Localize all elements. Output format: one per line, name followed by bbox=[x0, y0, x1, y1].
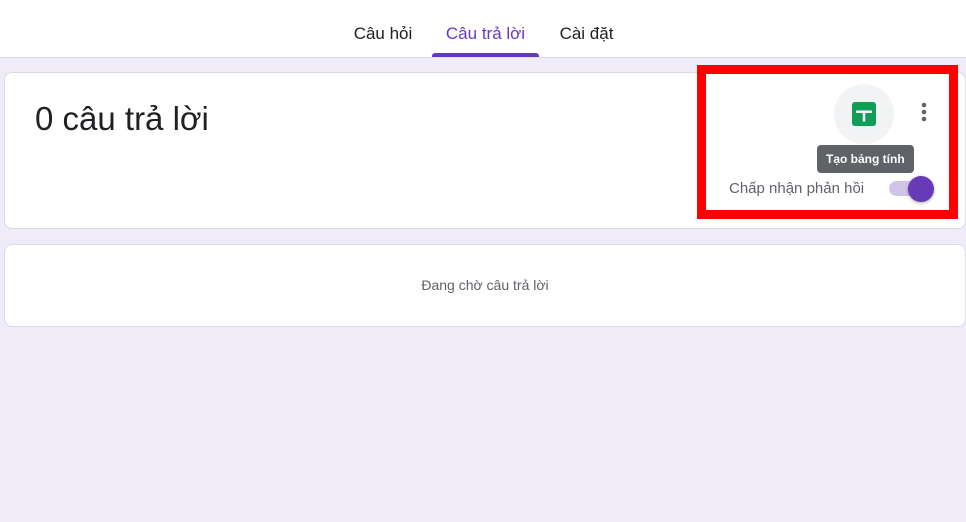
create-spreadsheet-button[interactable] bbox=[834, 84, 894, 144]
empty-responses-card: Đang chờ câu trả lời bbox=[4, 244, 966, 327]
waiting-for-responses-text: Đang chờ câu trả lời bbox=[421, 277, 549, 293]
toggle-thumb bbox=[908, 176, 934, 202]
accept-responses-toggle[interactable] bbox=[887, 175, 937, 203]
tab-responses[interactable]: Câu trả lời bbox=[432, 0, 539, 57]
google-sheets-icon bbox=[852, 102, 876, 126]
more-options-button[interactable] bbox=[906, 94, 942, 130]
top-tab-bar: Câu hỏi Câu trả lời Cài đặt bbox=[0, 0, 966, 58]
accept-responses-label: Chấp nhận phản hồi bbox=[729, 180, 865, 197]
more-vert-icon bbox=[921, 102, 927, 122]
tab-questions[interactable]: Câu hỏi bbox=[343, 0, 423, 57]
tab-settings[interactable]: Cài đặt bbox=[549, 0, 624, 57]
active-tab-indicator bbox=[432, 53, 539, 57]
create-spreadsheet-tooltip: Tạo bảng tính bbox=[817, 145, 914, 173]
response-count-title: 0 câu trả lời bbox=[35, 100, 209, 137]
